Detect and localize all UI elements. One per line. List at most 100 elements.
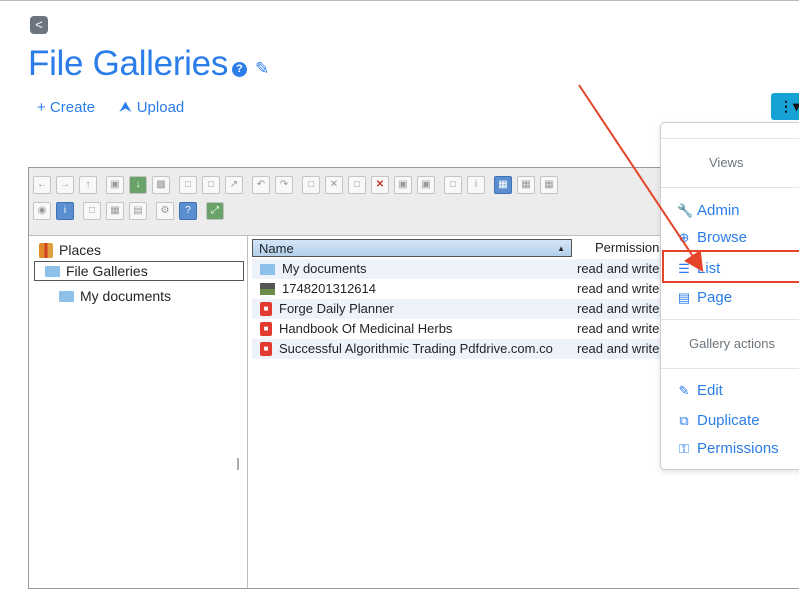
edit-file-icon[interactable]: □ (444, 176, 462, 194)
info-panel-icon[interactable]: i (56, 202, 74, 220)
column-header-name[interactable]: Name ▲ (252, 239, 572, 257)
menu-item-label: Browse (697, 229, 748, 246)
menu-item-label: Edit (697, 382, 723, 399)
toolbar-row-2: ◉ i □ ▦ ▤ ⚙ ? ⤢ (33, 202, 229, 220)
menu-item-browse[interactable]: ⊕ Browse (677, 228, 747, 248)
help-icon[interactable]: ? (232, 61, 247, 77)
row-permissions: read and write (577, 321, 660, 336)
tree-item-my-documents[interactable]: My documents (59, 286, 171, 306)
forward-arrow-icon[interactable]: → (56, 176, 74, 194)
row-permissions: read and write (577, 281, 660, 296)
tree-item-label: Places (59, 242, 102, 258)
tree-item-places[interactable]: Places (39, 240, 101, 260)
save-icon[interactable]: ▩ (152, 176, 170, 194)
image-file-icon (260, 283, 275, 295)
actions-dropdown-menu: Views 🔧 Admin ⊕ Browse ☰ List ▤ Page Gallery… (660, 122, 799, 470)
menu-header-views: Views (709, 155, 744, 170)
select-icon[interactable]: ↗ (225, 176, 243, 194)
key-icon: ⚿ (679, 441, 689, 456)
row-name: Handbook Of Medicinal Herbs (279, 321, 453, 336)
tree-item-label: My documents (80, 288, 172, 304)
extract-icon[interactable]: ▣ (417, 176, 435, 194)
cut-icon[interactable]: ✕ (325, 176, 343, 194)
folder-icon (260, 263, 275, 275)
pdf-file-icon: ■ (260, 322, 272, 336)
sort-ascending-icon: ▲ (557, 244, 565, 253)
places-icon (39, 242, 53, 258)
tree-item-file-galleries[interactable]: File Galleries (34, 261, 244, 281)
row-name: 1748201312614 (282, 281, 376, 296)
copy-icon[interactable]: □ (302, 176, 320, 194)
preview-eye-icon[interactable]: ◉ (33, 202, 51, 220)
menu-divider (661, 319, 799, 320)
icons-view-icon[interactable]: ▦ (494, 176, 512, 194)
menu-divider (661, 187, 799, 188)
download-icon[interactable]: ↓ (129, 176, 147, 194)
row-name: Successful Algorithmic Trading Pdfdrive.… (279, 341, 553, 356)
row-permissions: read and write (577, 341, 660, 356)
back-arrow-icon[interactable]: ← (33, 176, 51, 194)
help-toolbar-icon[interactable]: ? (179, 202, 197, 220)
column-header-label: Name (259, 241, 294, 256)
menu-item-label: Duplicate (697, 412, 760, 429)
menu-item-duplicate[interactable]: ⧉ Duplicate (677, 411, 760, 431)
folder-icon (59, 290, 74, 302)
folder-icon (45, 265, 60, 277)
actions-menu-button[interactable]: ⋮▾ (771, 93, 799, 120)
delete-icon[interactable]: ✕ (371, 176, 389, 194)
page-actions: + Create ⮝ Upload (37, 99, 184, 116)
menu-header-gallery-actions: Gallery actions (689, 336, 775, 351)
row-permissions: read and write (577, 301, 660, 316)
row-permissions: read and write (577, 261, 660, 276)
menu-item-label: Permissions (697, 440, 779, 457)
info-icon[interactable]: i (467, 176, 485, 194)
create-link[interactable]: + Create (37, 99, 95, 116)
settings-gear-icon[interactable]: ⚙ (156, 202, 174, 220)
grid-icon[interactable]: ▦ (106, 202, 124, 220)
page-icon: ▤ (677, 290, 691, 305)
undo-icon[interactable]: ↶ (252, 176, 270, 194)
list-highlight-box (662, 250, 799, 283)
pdf-file-icon: ■ (260, 342, 272, 356)
redo-icon[interactable]: ↷ (275, 176, 293, 194)
pane-resize-handle[interactable] (237, 458, 239, 470)
duplicate-icon: ⧉ (679, 413, 689, 428)
columns-view-icon[interactable]: ▦ (540, 176, 558, 194)
column-header-permissions[interactable]: Permissions (595, 239, 666, 257)
back-button[interactable]: < (30, 16, 48, 34)
upload-label: Upload (136, 99, 185, 116)
menu-divider (661, 368, 799, 369)
tree-pane: Places File Galleries My documents (29, 236, 248, 588)
up-arrow-icon[interactable]: ↑ (79, 176, 97, 194)
new-file-icon[interactable]: □ (202, 176, 220, 194)
page-title: File Galleries (28, 44, 229, 83)
row-name: My documents (282, 261, 367, 276)
upload-link[interactable]: ⮝ Upload (119, 99, 184, 116)
duplicate-file-icon[interactable]: □ (179, 176, 197, 194)
list-view-icon[interactable]: ▦ (517, 176, 535, 194)
home-icon[interactable]: ▣ (106, 176, 124, 194)
wrench-icon[interactable]: ✎ (255, 59, 269, 79)
menu-item-label: Page (697, 289, 733, 306)
create-label: + Create (37, 99, 95, 116)
pdf-file-icon: ■ (260, 302, 272, 316)
paste-icon[interactable]: □ (348, 176, 366, 194)
zoom-icon: ⊕ (678, 230, 690, 245)
menu-item-admin[interactable]: 🔧 Admin (677, 201, 740, 221)
menu-item-permissions[interactable]: ⚿ Permissions (677, 439, 779, 459)
archive-icon[interactable]: ▣ (394, 176, 412, 194)
menu-divider (661, 138, 799, 139)
title-icons: ? ✎ (232, 59, 269, 79)
toolbar-row-1: ← → ↑ ▣ ↓ ▩ □ □ ↗ ↶ ↷ □ ✕ □ ✕ ▣ ▣ □ i ▦ … (33, 176, 563, 194)
row-name: Forge Daily Planner (279, 301, 394, 316)
edit-icon: ✎ (678, 383, 690, 398)
upload-icon: ⮝ (118, 99, 132, 116)
fullscreen-icon[interactable]: ⤢ (206, 202, 224, 220)
wrench-icon: 🔧 (677, 203, 694, 218)
menu-item-label: Admin (697, 202, 740, 219)
sort-icon[interactable]: ▤ (129, 202, 147, 220)
tree-item-label: File Galleries (66, 263, 148, 279)
resize-icon[interactable]: □ (83, 202, 101, 220)
menu-item-edit[interactable]: ✎ Edit (677, 381, 723, 401)
menu-item-page[interactable]: ▤ Page (677, 288, 732, 308)
